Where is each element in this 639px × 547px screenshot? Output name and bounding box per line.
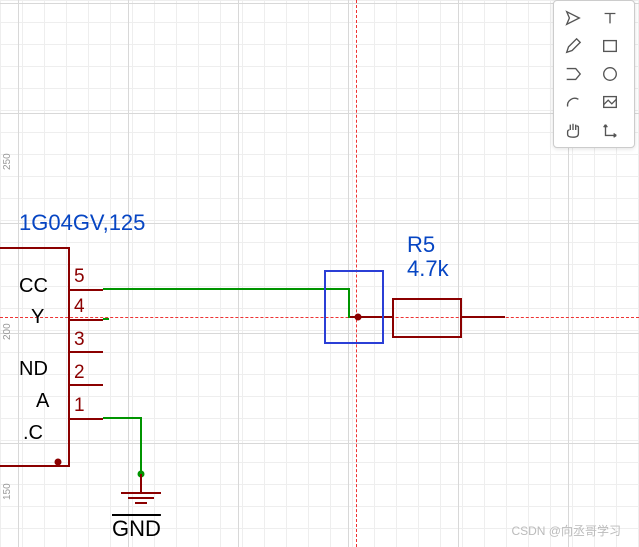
circle-tool-icon[interactable] bbox=[595, 61, 625, 87]
pin-line bbox=[68, 351, 103, 353]
pin-number: 3 bbox=[74, 329, 85, 351]
pin-number: 5 bbox=[74, 266, 85, 288]
polygon-tool-icon[interactable] bbox=[558, 61, 588, 87]
origin-tool-icon[interactable] bbox=[595, 117, 625, 143]
pin-number: 2 bbox=[74, 362, 85, 384]
wire[interactable] bbox=[103, 288, 350, 290]
pencil-tool-icon[interactable] bbox=[558, 33, 588, 59]
component-value-label[interactable]: 1G04GV,125 bbox=[19, 210, 145, 236]
wire[interactable] bbox=[103, 318, 109, 320]
pin-line bbox=[68, 289, 103, 291]
arc-tool-icon[interactable] bbox=[558, 89, 588, 115]
pin-number: 1 bbox=[74, 395, 85, 417]
place-tool-icon[interactable] bbox=[558, 5, 588, 31]
pin-name: .C bbox=[23, 422, 43, 445]
pin-name: Y bbox=[31, 306, 44, 329]
component-value[interactable]: 4.7k bbox=[407, 256, 449, 282]
selection-rect[interactable] bbox=[324, 270, 384, 344]
pin-line bbox=[68, 319, 103, 321]
grid-major bbox=[0, 0, 639, 547]
wire[interactable] bbox=[140, 417, 142, 475]
ruler-tick: 150 bbox=[2, 483, 13, 500]
gnd-label: GND bbox=[112, 516, 161, 542]
pin-line bbox=[68, 384, 103, 386]
pin-name: A bbox=[36, 390, 49, 413]
wire[interactable] bbox=[103, 417, 141, 419]
ruler-tick: 250 bbox=[2, 153, 13, 170]
text-tool-icon[interactable] bbox=[595, 5, 625, 31]
cursor-crosshair-horizontal bbox=[0, 317, 639, 318]
resistor[interactable] bbox=[392, 298, 462, 338]
image-tool-icon[interactable] bbox=[595, 89, 625, 115]
pin-number: 4 bbox=[74, 296, 85, 318]
pin-name: CC bbox=[19, 275, 48, 298]
component-ref[interactable]: R5 bbox=[407, 232, 435, 258]
pin-name: ND bbox=[19, 358, 48, 381]
tool-palette bbox=[553, 0, 635, 148]
schematic-canvas[interactable]: 250 200 150 1G04GV,125 5 4 3 2 1 CC Y ND… bbox=[0, 0, 639, 547]
wire bbox=[140, 474, 142, 492]
chip-pin1-marker bbox=[55, 459, 62, 466]
gnd-symbol[interactable] bbox=[121, 492, 161, 504]
rect-tool-icon[interactable] bbox=[595, 33, 625, 59]
pin-line bbox=[68, 418, 103, 420]
wire[interactable] bbox=[460, 316, 505, 318]
pan-tool-icon[interactable] bbox=[558, 117, 588, 143]
